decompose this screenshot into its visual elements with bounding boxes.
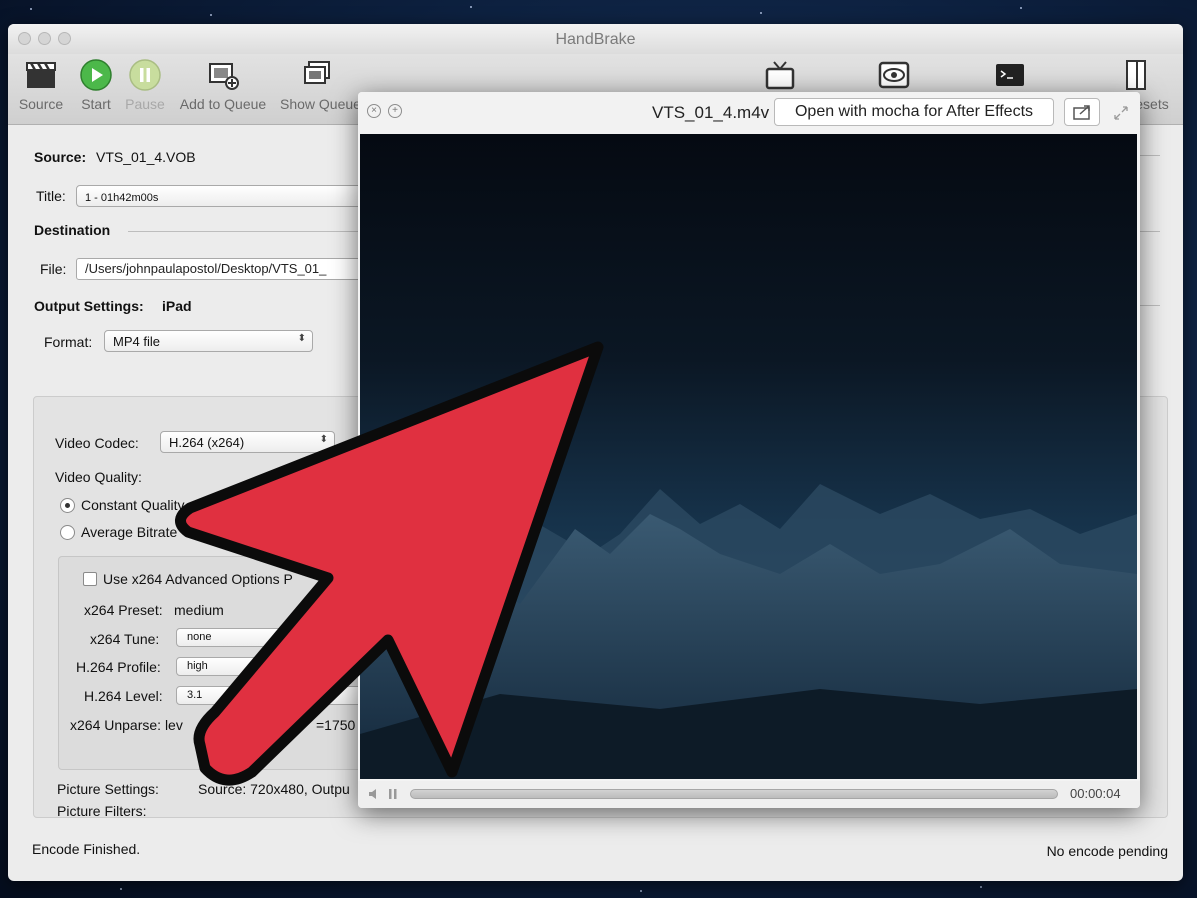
- annotation-arrow-icon: [175, 341, 604, 786]
